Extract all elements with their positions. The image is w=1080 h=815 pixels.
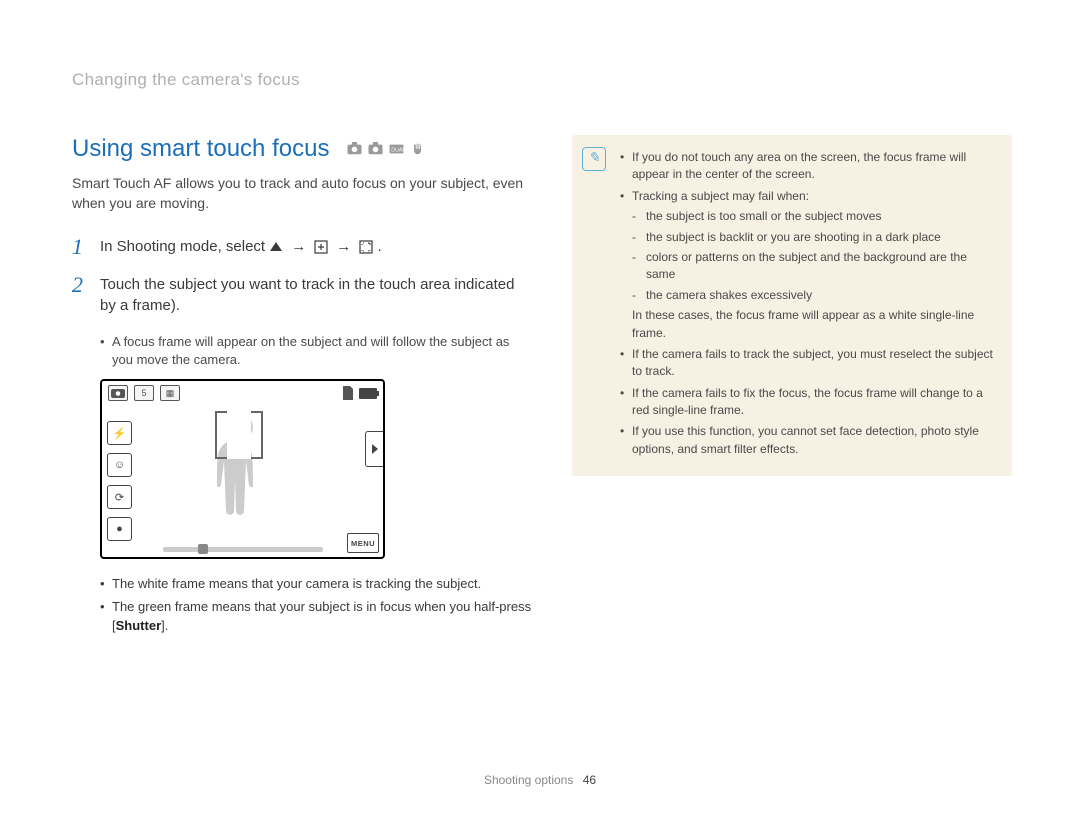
list-item: A focus frame will appear on the subject… bbox=[100, 333, 532, 369]
camera-icon bbox=[347, 142, 362, 156]
left-column: Using smart touch focus P DUAL Smart Tou… bbox=[72, 135, 532, 640]
step-note-list: A focus frame will appear on the subject… bbox=[100, 333, 532, 369]
camera-screen-illustration: 5 ▦ ⚡ ☺ ⟳ ● MENU bbox=[100, 379, 385, 559]
page-number: 46 bbox=[583, 773, 596, 787]
menu-button: MENU bbox=[347, 533, 379, 553]
focus-mode-icon: ⟳ bbox=[107, 485, 132, 509]
note-icon: ✎ bbox=[582, 147, 606, 171]
intro-paragraph: Smart Touch AF allows you to track and a… bbox=[72, 173, 532, 214]
touch-focus-icon: + bbox=[359, 240, 373, 254]
step-number: 1 bbox=[72, 236, 90, 258]
triangle-up-icon bbox=[269, 240, 283, 254]
svg-text:+: + bbox=[368, 242, 372, 248]
size-badge: 5 bbox=[134, 385, 154, 401]
frame-meaning-list: The white frame means that your camera i… bbox=[100, 575, 532, 636]
right-column: ✎ If you do not touch any area on the sc… bbox=[572, 135, 1012, 640]
dual-icon: DUAL bbox=[389, 142, 404, 156]
screen-top-left-badges: 5 ▦ bbox=[108, 385, 180, 401]
battery-icon bbox=[359, 388, 377, 399]
step-body: Touch the subject you want to track in t… bbox=[100, 274, 532, 318]
screen-left-toolbar: ⚡ ☺ ⟳ ● bbox=[107, 421, 132, 541]
record-icon: ● bbox=[107, 517, 132, 541]
list-item: If you use this function, you cannot set… bbox=[620, 423, 994, 458]
inline-icon-sequence: → → + bbox=[269, 236, 373, 258]
footer-section: Shooting options bbox=[484, 773, 573, 787]
hand-shake-icon bbox=[410, 142, 425, 156]
list-item: The green frame means that your subject … bbox=[100, 598, 532, 636]
manual-page: Changing the camera's focus Using smart … bbox=[0, 0, 1080, 680]
screen-top-right bbox=[341, 386, 377, 400]
heading-text: Using smart touch focus bbox=[72, 135, 329, 163]
step-2: 2 Touch the subject you want to track in… bbox=[72, 274, 532, 318]
note-callout: ✎ If you do not touch any area on the sc… bbox=[572, 135, 1012, 476]
section-heading: Using smart touch focus P DUAL bbox=[72, 135, 532, 163]
subject-silhouette bbox=[203, 409, 283, 529]
list-item: If you do not touch any area on the scre… bbox=[620, 149, 994, 184]
svg-text:DUAL: DUAL bbox=[392, 148, 405, 154]
list-item: If the camera fails to track the subject… bbox=[620, 346, 994, 381]
face-detect-icon: ☺ bbox=[107, 453, 132, 477]
camera-p-icon: P bbox=[368, 142, 383, 156]
zoom-slider bbox=[163, 547, 323, 552]
list-item: colors or patterns on the subject and th… bbox=[632, 249, 994, 284]
list-item: If the camera fails to fix the focus, th… bbox=[620, 385, 994, 420]
note-sublist: the subject is too small or the subject … bbox=[632, 208, 994, 304]
screen-expand-tab bbox=[365, 431, 383, 467]
note-list: If you do not touch any area on the scre… bbox=[620, 149, 994, 458]
sd-card-icon bbox=[341, 386, 353, 400]
list-item: the subject is backlit or you are shooti… bbox=[632, 229, 994, 246]
two-column-layout: Using smart touch focus P DUAL Smart Tou… bbox=[72, 135, 1008, 640]
note-continuation: In these cases, the focus frame will app… bbox=[632, 308, 974, 339]
list-item: the subject is too small or the subject … bbox=[632, 208, 994, 225]
mode-badge bbox=[108, 385, 128, 401]
page-footer: Shooting options 46 bbox=[484, 773, 596, 787]
quality-badge: ▦ bbox=[160, 385, 180, 401]
list-item: The white frame means that your camera i… bbox=[100, 575, 532, 594]
breadcrumb: Changing the camera's focus bbox=[72, 70, 1008, 90]
list-item: Tracking a subject may fail when: the su… bbox=[620, 188, 994, 342]
list-item: the camera shakes excessively bbox=[632, 287, 994, 304]
focus-frame bbox=[215, 411, 263, 459]
step-body: In Shooting mode, select → → + . bbox=[100, 236, 532, 258]
svg-text:P: P bbox=[381, 150, 383, 156]
focus-box-icon bbox=[314, 240, 328, 254]
mode-icons: P DUAL bbox=[347, 142, 425, 156]
flash-auto-icon: ⚡ bbox=[107, 421, 132, 445]
step-number: 2 bbox=[72, 274, 90, 318]
shutter-label: Shutter bbox=[116, 618, 162, 633]
step-1: 1 In Shooting mode, select → → + . bbox=[72, 236, 532, 258]
